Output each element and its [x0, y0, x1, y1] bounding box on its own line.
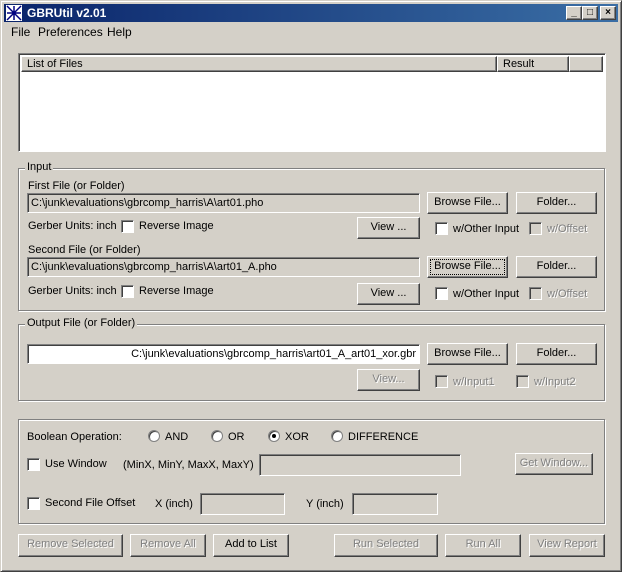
output-browse-file-button[interactable]: Browse File...: [427, 343, 508, 365]
window-coords-field[interactable]: [259, 454, 461, 476]
menu-preferences[interactable]: Preferences: [38, 25, 103, 39]
view-report-button[interactable]: View Report: [529, 534, 605, 557]
first-browse-file-button[interactable]: Browse File...: [427, 192, 508, 214]
w-input1-label: w/Input1: [453, 376, 495, 388]
remove-all-button[interactable]: Remove All: [130, 534, 206, 557]
column-list-of-files[interactable]: List of Files: [21, 56, 497, 72]
title-bar[interactable]: GBRUtil v2.01 _ □ ×: [4, 4, 618, 22]
second-file-label: Second File (or Folder): [28, 244, 141, 256]
first-file-label: First File (or Folder): [28, 180, 125, 192]
second-reverse-image-checkbox[interactable]: [121, 285, 134, 298]
maximize-button[interactable]: □: [582, 6, 598, 20]
radio-and-label: AND: [165, 431, 189, 443]
output-folder-button[interactable]: Folder...: [516, 343, 597, 365]
radio-and[interactable]: [148, 430, 160, 442]
boolean-operation-label: Boolean Operation:: [27, 431, 122, 443]
first-reverse-image-label: Reverse Image: [139, 220, 214, 232]
file-list[interactable]: List of Files Result: [18, 53, 606, 152]
first-w-other-input-checkbox[interactable]: [435, 222, 448, 235]
w-input1-checkbox[interactable]: [435, 375, 448, 388]
radio-or-label: OR: [228, 431, 245, 443]
first-folder-button[interactable]: Folder...: [516, 192, 597, 214]
use-window-checkbox[interactable]: [27, 458, 40, 471]
menu-help[interactable]: Help: [107, 25, 132, 39]
output-file-field[interactable]: C:\junk\evaluations\gbrcomp_harris\art01…: [27, 344, 420, 364]
second-file-offset-checkbox[interactable]: [27, 497, 40, 510]
main-window: GBRUtil v2.01 _ □ × File Preferences Hel…: [0, 0, 622, 572]
x-offset-label: X (inch): [155, 498, 193, 510]
second-w-offset-checkbox[interactable]: [529, 287, 542, 300]
second-w-offset-label: w/Offset: [547, 288, 588, 300]
close-button[interactable]: ×: [600, 6, 616, 20]
x-offset-field[interactable]: [200, 493, 285, 515]
second-file-offset-label: Second File Offset: [45, 497, 136, 509]
second-units-label: Gerber Units: inch: [28, 285, 117, 297]
radio-difference[interactable]: [331, 430, 343, 442]
w-input2-checkbox[interactable]: [516, 375, 529, 388]
menu-file[interactable]: File: [11, 25, 30, 39]
menu-bar: File Preferences Help: [4, 23, 618, 41]
run-selected-button[interactable]: Run Selected: [334, 534, 438, 557]
radio-or[interactable]: [211, 430, 223, 442]
y-offset-field[interactable]: [352, 493, 438, 515]
column-filler: [569, 56, 603, 72]
minimize-button[interactable]: _: [566, 6, 582, 20]
first-w-offset-label: w/Offset: [547, 223, 588, 235]
second-folder-button[interactable]: Folder...: [516, 256, 597, 278]
window-title: GBRUtil v2.01: [27, 6, 107, 20]
second-view-button[interactable]: View ...: [357, 283, 420, 305]
remove-selected-button[interactable]: Remove Selected: [18, 534, 123, 557]
first-w-other-input-label: w/Other Input: [453, 223, 520, 235]
second-file-field[interactable]: C:\junk\evaluations\gbrcomp_harris\A\art…: [27, 257, 420, 277]
radio-difference-label: DIFFERENCE: [348, 431, 419, 443]
run-all-button[interactable]: Run All: [445, 534, 521, 557]
column-result[interactable]: Result: [497, 56, 569, 72]
app-icon: [6, 5, 22, 21]
first-file-field[interactable]: C:\junk\evaluations\gbrcomp_harris\A\art…: [27, 193, 420, 213]
window-hint-label: (MinX, MinY, MaxX, MaxY): [123, 459, 254, 471]
second-browse-file-button[interactable]: Browse File...: [427, 256, 508, 278]
second-w-other-input-label: w/Other Input: [453, 288, 520, 300]
second-reverse-image-label: Reverse Image: [139, 285, 214, 297]
w-input2-label: w/Input2: [534, 376, 576, 388]
input-group-title: Input: [25, 161, 54, 173]
radio-xor[interactable]: [268, 430, 280, 442]
output-view-button[interactable]: View...: [357, 369, 420, 391]
second-w-other-input-checkbox[interactable]: [435, 287, 448, 300]
first-view-button[interactable]: View ...: [357, 217, 420, 239]
first-units-label: Gerber Units: inch: [28, 220, 117, 232]
use-window-label: Use Window: [45, 458, 107, 470]
get-window-button[interactable]: Get Window...: [515, 453, 593, 475]
add-to-list-button[interactable]: Add to List: [213, 534, 289, 557]
first-w-offset-checkbox[interactable]: [529, 222, 542, 235]
first-reverse-image-checkbox[interactable]: [121, 220, 134, 233]
y-offset-label: Y (inch): [306, 498, 344, 510]
radio-xor-label: XOR: [285, 431, 309, 443]
output-group-title: Output File (or Folder): [25, 317, 138, 329]
